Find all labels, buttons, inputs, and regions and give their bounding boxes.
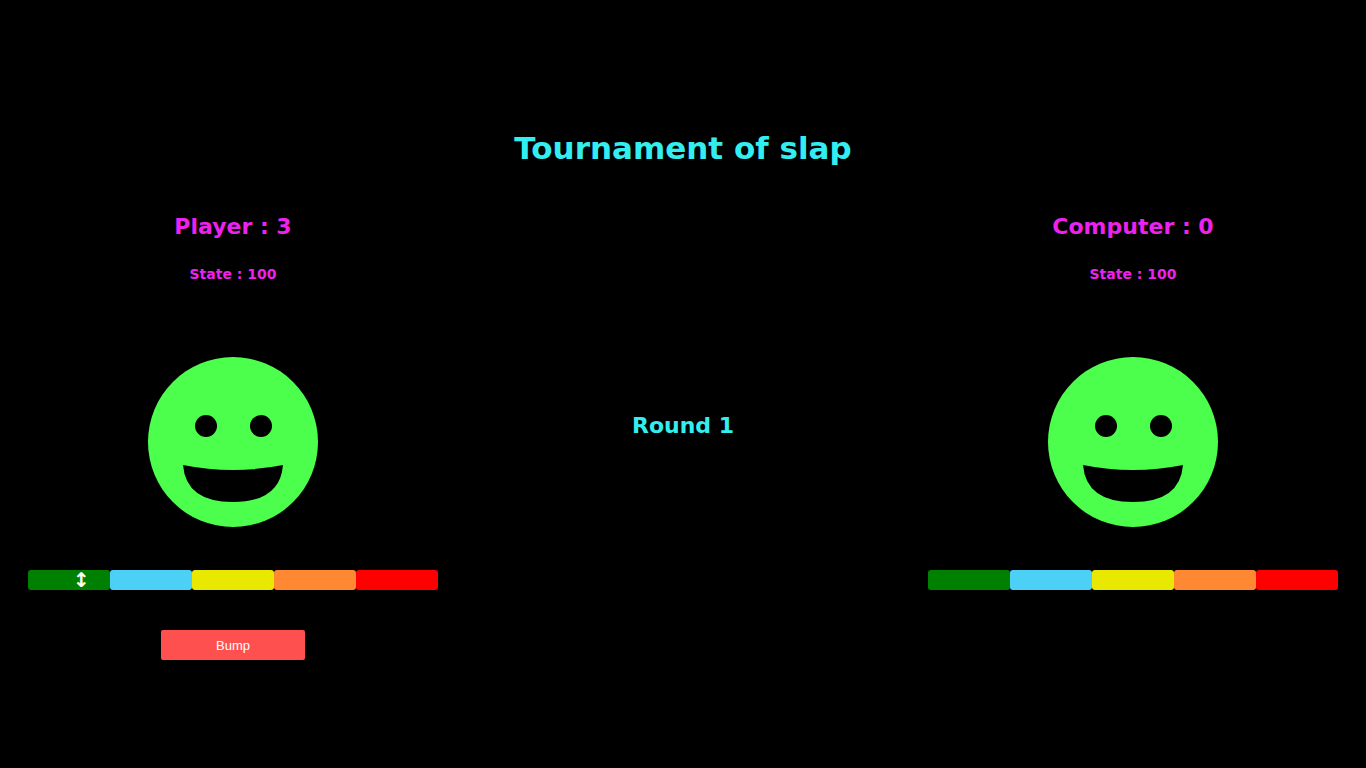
fighter-score: Computer : 0 (1052, 212, 1213, 242)
smiley-face-icon (148, 357, 318, 527)
bar-segment (1256, 570, 1338, 590)
bar-segment (1092, 570, 1174, 590)
bar-segment (28, 570, 110, 590)
arena: Player : 3 State : 100 ↕ Bump Computer : 0 St… (0, 212, 1366, 660)
bar-segment (1174, 570, 1256, 590)
fighter-state: State : 100 (1090, 264, 1177, 284)
bar-segment (192, 570, 274, 590)
fighter-state: State : 100 (190, 264, 277, 284)
bar-segment (1010, 570, 1092, 590)
smiley-face-icon (1048, 357, 1218, 527)
bar-segment (110, 570, 192, 590)
power-bar (928, 570, 1338, 590)
fighter-panel: Computer : 0 State : 100 (900, 212, 1366, 660)
bump-button[interactable]: Bump (161, 630, 305, 660)
fighter-panel: Player : 3 State : 100 ↕ Bump (0, 212, 466, 660)
round-label: Round 1 (466, 212, 900, 660)
bar-marker-icon: ↕ (73, 570, 90, 590)
bar-segment (356, 570, 438, 590)
bar-segment (928, 570, 1010, 590)
bar-segment (274, 570, 356, 590)
fighter-score: Player : 3 (174, 212, 291, 242)
game-title: Tournament of slap (0, 128, 1366, 168)
game-screen: Tournament of slap Player : 3 State : 100 ↕… (0, 0, 1366, 768)
power-bar: ↕ (28, 570, 438, 590)
